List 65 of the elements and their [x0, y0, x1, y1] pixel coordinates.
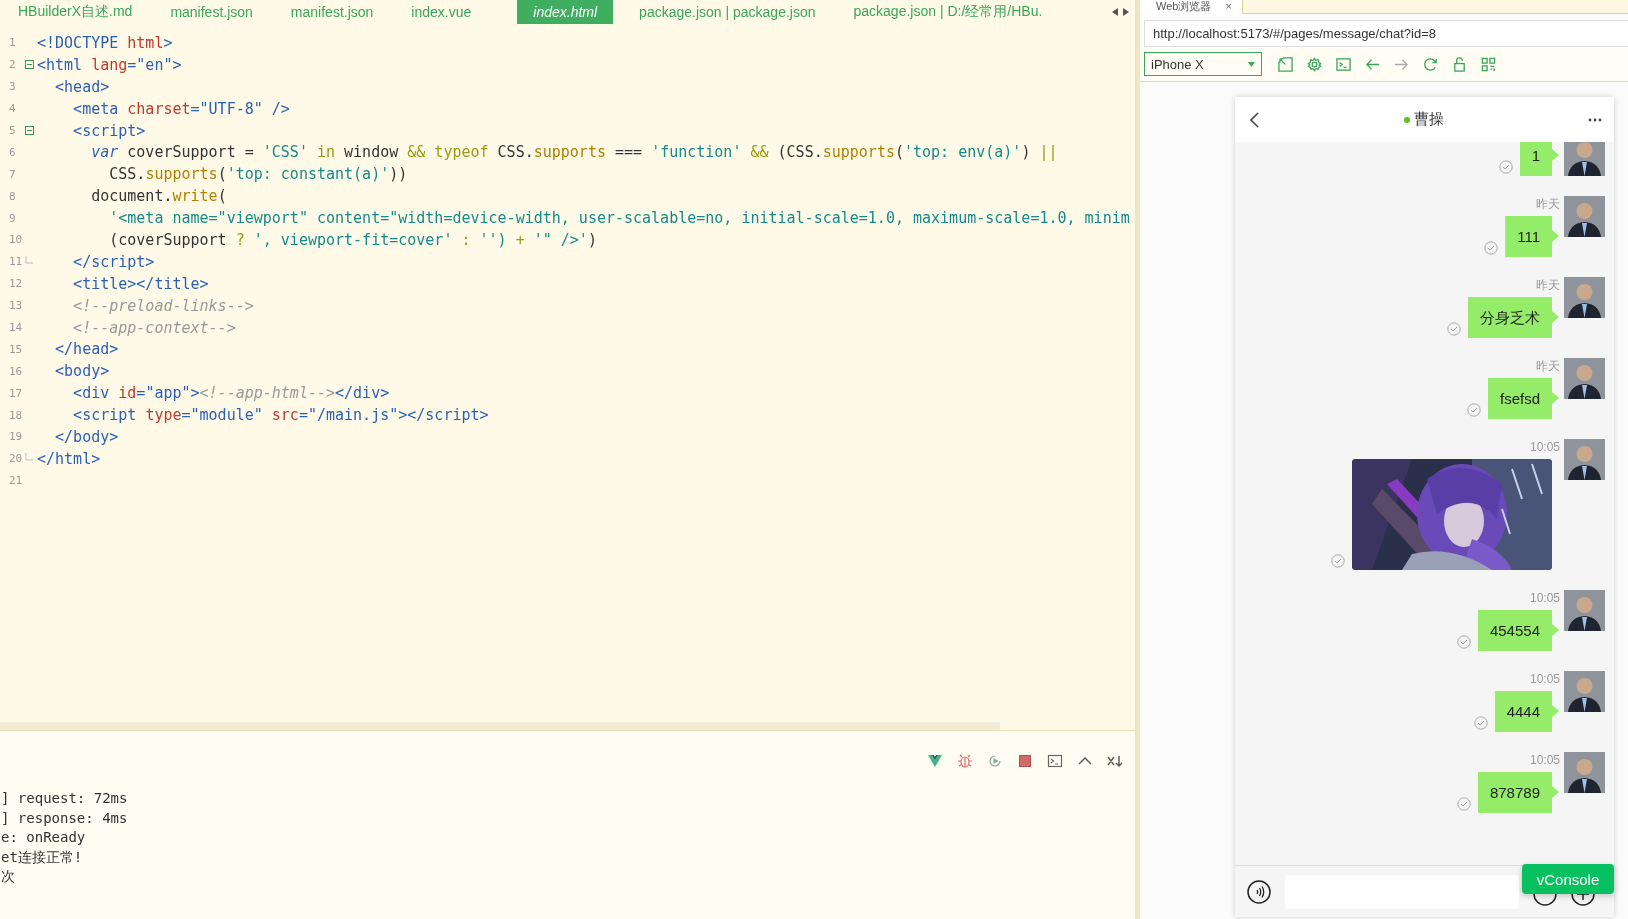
message-bubble[interactable]: 4444 — [1494, 691, 1559, 732]
code-line: (coverSupport ? ', viewport-fit=cover' : '') + '" />') — [108, 230, 597, 249]
line-number: 9 — [8, 211, 16, 225]
message-bubble[interactable]: 454554 — [1477, 610, 1559, 651]
message-time: 10:05 — [1529, 671, 1560, 687]
chat-title: 曹操 — [1413, 110, 1444, 129]
code-line: <!--app-context--> — [72, 318, 236, 337]
line-number: 11 — [8, 255, 23, 269]
code-line: </html> — [37, 449, 101, 468]
message-bubble[interactable]: 878789 — [1477, 772, 1559, 813]
console-line: ] response: 4ms — [0, 808, 129, 828]
code-line: <div id="app"><!--app-html--></div> — [72, 384, 390, 403]
code-line: <!--preload-links--> — [72, 296, 254, 315]
line-number: 18 — [8, 408, 23, 422]
code-line: <script type="module" src="/main.js"></script> — [72, 406, 489, 425]
message-bubble[interactable]: 分身乏术 — [1468, 297, 1559, 338]
line-number: 14 — [8, 321, 23, 334]
code-line: var coverSupport = 'CSS' in window && typeof CSS.supports === 'function' && (CSS.supports('top: env(a)') || — [90, 143, 1058, 162]
console-line: ] request: 72ms — [0, 789, 129, 808]
message-bubble[interactable]: 111 — [1505, 216, 1559, 257]
console-line: 次 — [0, 867, 16, 886]
code-line: <meta charset="UTF-8" /> — [72, 99, 290, 118]
line-number: 5 — [8, 124, 16, 137]
console-line: e: onReady — [0, 828, 87, 847]
code-line: </script> — [72, 252, 155, 271]
line-number: 8 — [8, 189, 16, 203]
code-line: '<meta name="viewport" content="width=device-width, user-scalable=no, initial-scale=1.0, maximum-scale=1.0, minim — [108, 209, 1130, 228]
line-number: 12 — [8, 277, 23, 291]
line-number: 6 — [8, 145, 16, 159]
code-line: CSS.supports('top: constant(a)')) — [108, 165, 408, 184]
message-time: 10:05 — [1529, 752, 1560, 768]
line-number: 20 — [8, 452, 23, 466]
code-line: <head> — [54, 77, 110, 96]
code-line: <title></title> — [72, 274, 209, 293]
code-line: <!DOCTYPE html> — [37, 33, 173, 52]
line-number: 4 — [8, 102, 16, 116]
message-bubble[interactable]: fsefsd — [1487, 378, 1559, 419]
line-number: 21 — [8, 474, 23, 488]
message-time: 昨天 — [1536, 196, 1560, 212]
code-line: <body> — [54, 362, 110, 381]
line-number: 3 — [8, 80, 16, 94]
line-number: 13 — [8, 299, 23, 313]
browser-tab[interactable]: Web浏览器 × — [1140, 0, 1243, 14]
code-line: <html lang="en"> — [37, 55, 182, 74]
line-number: 10 — [8, 233, 23, 247]
line-number: 7 — [8, 167, 16, 181]
message-time: 10:05 — [1529, 590, 1560, 606]
line-number: 17 — [8, 386, 23, 400]
device-select[interactable]: iPhone X — [1144, 52, 1262, 76]
line-number: 1 — [8, 36, 16, 50]
line-number: 2 — [8, 58, 16, 72]
code-line: document.write( — [90, 187, 227, 206]
console-line: et连接正常! — [0, 847, 84, 867]
url-field[interactable]: http://localhost:5173/#/pages/message/chat?id=8 — [1144, 20, 1628, 47]
line-number: 16 — [8, 364, 23, 378]
code-line: </body> — [54, 427, 119, 446]
code-line: </head> — [54, 340, 119, 359]
close-icon[interactable]: × — [1225, 0, 1232, 14]
message-time: 昨天 — [1536, 277, 1560, 293]
line-number: 15 — [8, 342, 23, 356]
message-time: 昨天 — [1536, 358, 1560, 374]
code-line: <script> — [72, 121, 146, 140]
message-time: 10:05 — [1529, 439, 1560, 455]
line-number: 19 — [8, 430, 23, 444]
message-bubble[interactable]: 1 — [1519, 142, 1559, 176]
